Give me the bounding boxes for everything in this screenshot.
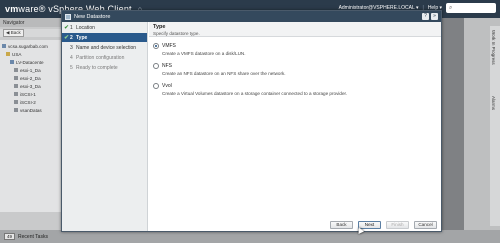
step-location[interactable]: ✔ 1 Location [62,23,147,32]
vvol-description: Create a Virtual Volumes datastore on a … [162,91,348,96]
navigator-pane: Navigator ◀ Back vcsa.sugarbab.com USA L… [0,18,62,230]
tree-item[interactable]: iSCSI-1 [0,90,62,98]
tree-item[interactable]: LV-Datacente [0,58,62,66]
content-subtitle: Specify datastore type. [153,31,200,36]
option-vmfs[interactable]: VMFS Create a VMFS datastore on a disk/L… [153,43,437,56]
folder-icon [6,52,10,56]
dialog-title-buttons: ? » [422,13,438,20]
sidebar-tabs: Work In Progress Alarms [490,26,500,226]
search-icon: ⌕ [449,4,453,11]
vmfs-label: VMFS [162,43,176,49]
step-ready: 5 Ready to complete [70,64,118,71]
dialog-title: New Datastore [74,13,111,20]
wizard-content: Type Specify datastore type. VMFS Create… [149,22,441,222]
nfs-description: Create an NFS datastore on an NFS share … [162,71,286,76]
vvol-label: Vvol [162,83,172,89]
tree-item[interactable]: esxi-3_Da [0,82,62,90]
navigator-title: Navigator [0,18,62,27]
tab-work-in-progress[interactable]: Work In Progress [491,30,496,65]
recent-tasks-label: Recent Tasks [18,233,48,240]
task-count-badge: 49 [4,233,16,240]
datastore-icon [14,76,18,80]
content-header: Type Specify datastore type. [149,22,441,37]
vcenter-icon [2,44,6,48]
datastore-icon [14,84,18,88]
back-button[interactable]: Back [330,221,353,229]
right-sidebar: Work In Progress Alarms [464,18,500,230]
finish-button: Finish [386,221,409,229]
nfs-radio[interactable] [153,63,159,69]
tree-item[interactable]: USA [0,50,62,58]
datastore-icon [14,108,18,112]
step-name-device[interactable]: 3 Name and device selection [62,43,147,52]
vvol-radio[interactable] [153,83,159,89]
tree-item[interactable]: vsanDatas [0,106,62,114]
dialog-footer: Back Next Finish Cancel [149,219,441,231]
help-icon[interactable]: ? [422,13,429,20]
datastore-icon [65,13,71,20]
tree-item[interactable]: esxi-1_Da [0,66,62,74]
search-input[interactable]: ⌕ [446,3,496,13]
vmfs-radio[interactable] [153,43,159,49]
tree-item[interactable]: iSCSI-2 [0,98,62,106]
cancel-button[interactable]: Cancel [414,221,437,229]
datastore-type-options: VMFS Create a VMFS datastore on a disk/L… [149,37,441,109]
content-title: Type [153,24,166,30]
step-type[interactable]: ✔ 2 Type [62,33,147,42]
tab-alarms[interactable]: Alarms [491,96,496,110]
datastore-icon [14,92,18,96]
dialog-titlebar: New Datastore ? » [62,11,441,22]
back-button[interactable]: ◀ Back [3,29,24,37]
new-datastore-dialog: New Datastore ? » ✔ 1 Location ✔ 2 Type … [61,10,442,232]
navigator-toolbar: ◀ Back [0,29,62,37]
datastore-icon [14,100,18,104]
collapse-icon[interactable]: » [431,13,438,20]
option-nfs[interactable]: NFS Create an NFS datastore on an NFS sh… [153,63,437,76]
nfs-label: NFS [162,63,172,69]
vmfs-description: Create a VMFS datastore on a disk/LUN. [162,51,246,56]
wizard-steps: ✔ 1 Location ✔ 2 Type 3 Name and device … [62,22,148,231]
step-partition: 4 Partition configuration [70,54,125,61]
tree-item[interactable]: esxi-2_Da [0,74,62,82]
datacenter-icon [10,60,14,64]
datastore-icon [14,68,18,72]
option-vvol[interactable]: Vvol Create a Virtual Volumes datastore … [153,83,437,96]
inventory-tree: vcsa.sugarbab.com USA LV-Datacente esxi-… [0,40,62,212]
tree-item[interactable]: vcsa.sugarbab.com [0,42,62,50]
